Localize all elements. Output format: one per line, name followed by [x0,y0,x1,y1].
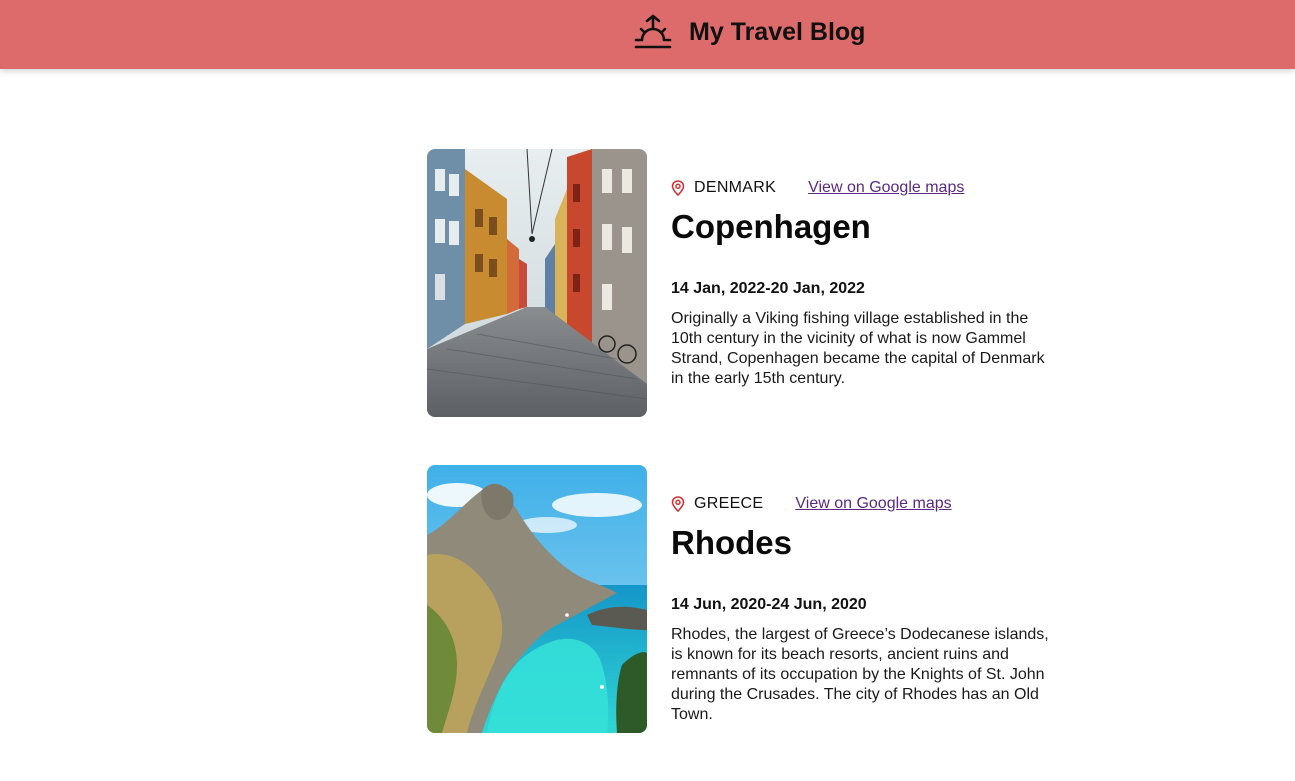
entry-details: GREECE View on Google maps Rhodes 14 Jun… [671,493,1051,725]
copenhagen-street-photo [427,149,647,417]
entry-details: DENMARK View on Google maps Copenhagen 1… [671,177,1051,389]
site-title: My Travel Blog [689,17,866,46]
brand[interactable]: My Travel Blog [634,14,865,50]
country-label: DENMARK [694,179,777,196]
map-pin-icon [671,180,685,196]
sunrise-icon [634,14,672,49]
travel-entry: DENMARK View on Google maps Copenhagen 1… [427,149,1067,417]
rhodes-coast-photo [427,465,647,733]
site-header: My Travel Blog [0,0,1295,69]
place-title: Copenhagen [671,208,871,245]
trip-dates: 14 Jun, 2020-24 Jun, 2020 [671,596,867,613]
google-maps-link[interactable]: View on Google maps [808,179,964,197]
travel-entries: DENMARK View on Google maps Copenhagen 1… [427,149,1067,781]
place-description: Rhodes, the largest of Greece’s Dodecane… [671,626,1049,723]
place-title: Rhodes [671,524,793,561]
location-row: GREECE View on Google maps [671,493,1051,515]
google-maps-link[interactable]: View on Google maps [795,495,951,513]
country-label: GREECE [694,495,764,512]
map-pin-icon [671,496,685,512]
location-row: DENMARK View on Google maps [671,177,1051,199]
place-description: Originally a Viking fishing village esta… [671,310,1045,387]
trip-dates: 14 Jan, 2022-20 Jan, 2022 [671,280,865,297]
travel-entry: GREECE View on Google maps Rhodes 14 Jun… [427,465,1067,733]
